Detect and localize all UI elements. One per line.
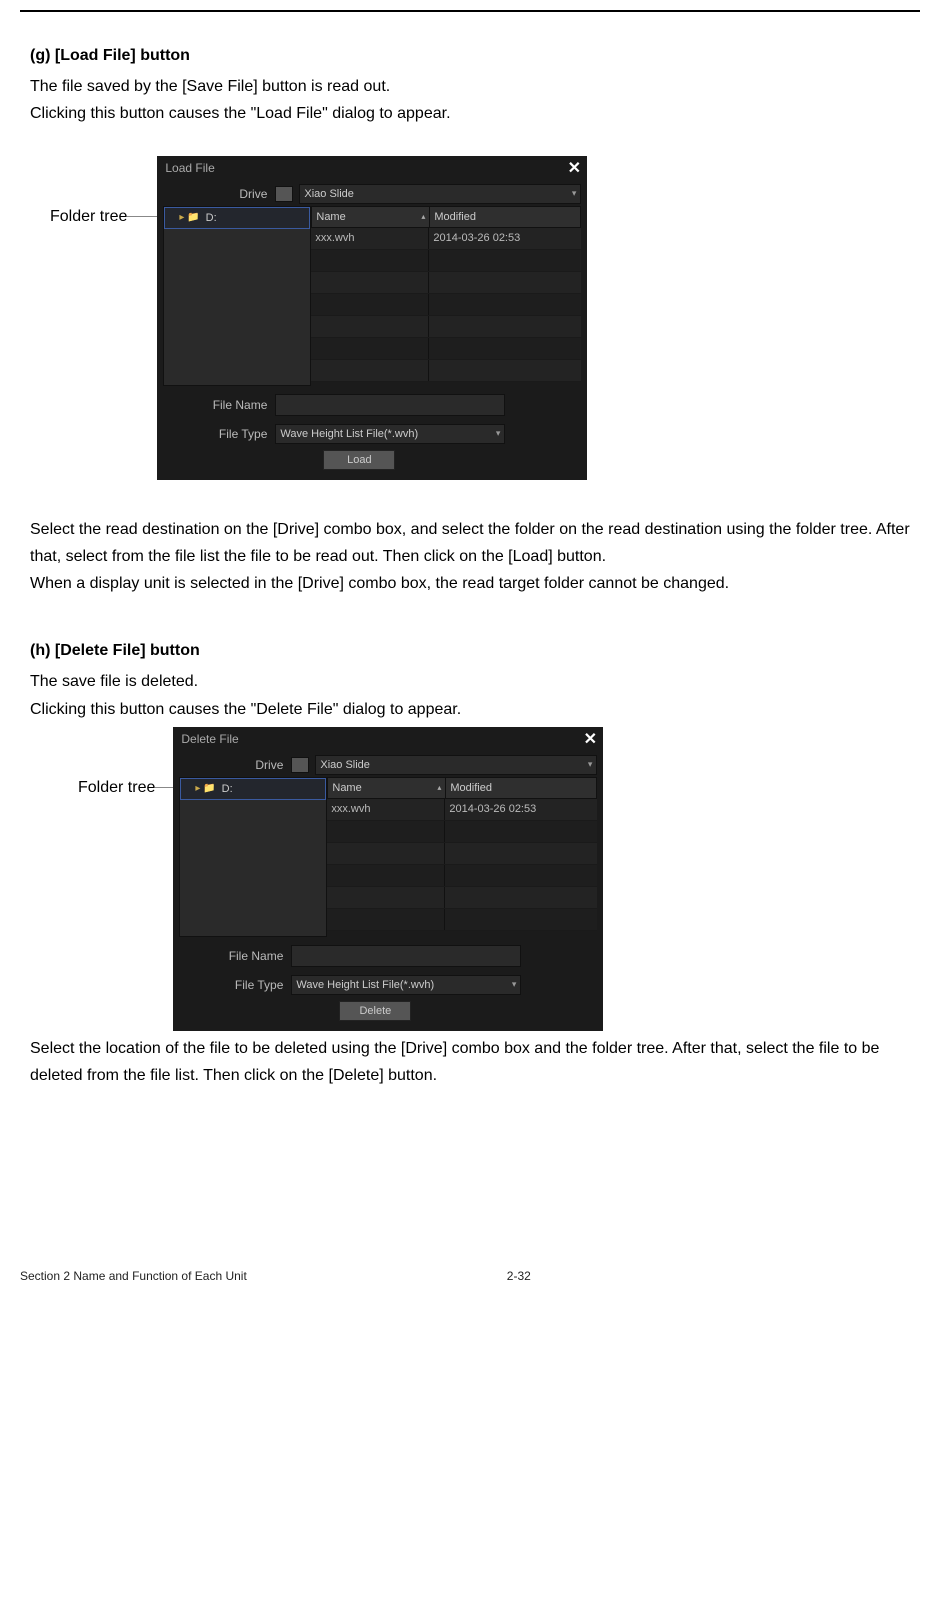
file-list-row-empty [311,294,581,316]
filetype-label: File Type [163,427,275,441]
column-header-name[interactable]: Name ▴ [312,207,430,227]
folder-icon: ▸ 📁 [179,212,199,223]
page-footer: Section 2 Name and Function of Each Unit… [20,1269,920,1303]
delete-button[interactable]: Delete [339,1001,411,1021]
filetype-label: File Type [179,978,291,992]
dialog-titlebar: Delete File ✕ [173,727,603,751]
file-list-row-empty [327,865,597,887]
drive-icon [275,186,293,202]
file-list-row-empty [327,843,597,865]
close-icon[interactable]: ✕ [565,158,583,178]
sort-asc-icon: ▴ [437,783,441,792]
file-name-cell: xxx.wvh [327,799,445,820]
section-h-heading: (h) [Delete File] button [30,637,910,664]
section-h-post: Select the location of the file to be de… [30,1035,910,1089]
folder-tree-item-label: D: [222,783,233,795]
section-h-post1: Select the location of the file to be de… [30,1035,910,1089]
file-name-cell: xxx.wvh [311,228,429,249]
drive-combo[interactable]: Xiao Slide ▾ [299,184,581,204]
folder-tree-callout-label: Folder tree [78,779,155,797]
column-header-modified[interactable]: Modified [446,778,596,798]
file-modified-cell: 2014-03-26 02:53 [445,799,597,820]
chevron-down-icon: ▾ [572,188,577,199]
folder-tree-pane[interactable]: ▸ 📁 D: [163,206,311,386]
file-list-row-empty [327,887,597,909]
file-list-row-empty [327,821,597,843]
section-g-post1: Select the read destination on the [Driv… [30,516,910,570]
file-list-row-empty [311,316,581,338]
file-list-row-empty [327,909,597,931]
chevron-down-icon: ▾ [588,759,593,770]
section-h-desc2: Clicking this button causes the "Delete … [30,696,910,723]
close-icon[interactable]: ✕ [581,729,599,749]
file-list-row-empty [311,272,581,294]
section-g-desc2: Clicking this button causes the "Load Fi… [30,100,910,127]
callout-leader-line [127,216,157,217]
delete-file-dialog: Delete File ✕ Drive Xiao Slide ▾ ▸ 📁 D: [173,727,603,1031]
file-list-row[interactable]: xxx.wvh 2014-03-26 02:53 [311,228,581,250]
section-g: (g) [Load File] button The file saved by… [30,42,910,128]
load-file-dialog: Load File ✕ Drive Xiao Slide ▾ ▸ 📁 D: [157,156,587,480]
chevron-down-icon: ▾ [496,428,501,439]
drive-combo-value: Xiao Slide [320,759,370,771]
section-h: (h) [Delete File] button The save file i… [30,637,910,723]
dialog-title: Load File [165,161,214,175]
file-list-row-empty [311,360,581,382]
folder-tree-callout-label: Folder tree [50,208,127,226]
load-button[interactable]: Load [323,450,395,470]
drive-label: Drive [179,758,291,772]
load-file-figure: Folder tree Load File ✕ Drive Xiao Slide… [20,156,920,480]
drive-combo[interactable]: Xiao Slide ▾ [315,755,597,775]
section-g-desc1: The file saved by the [Save File] button… [30,73,910,100]
sort-asc-icon: ▴ [421,212,425,221]
section-g-heading: (g) [Load File] button [30,42,910,69]
filetype-combo[interactable]: Wave Height List File(*.wvh) ▾ [291,975,521,995]
filetype-combo-value: Wave Height List File(*.wvh) [296,979,434,991]
file-list-pane: Name ▴ Modified xxx.wvh 2014-03-26 02:53 [311,206,581,386]
folder-tree-item[interactable]: ▸ 📁 D: [164,207,310,229]
chevron-down-icon: ▾ [512,979,517,990]
drive-label: Drive [163,187,275,201]
section-g-post2: When a display unit is selected in the [… [30,570,910,597]
footer-section: Section 2 Name and Function of Each Unit [20,1269,247,1283]
callout-leader-line [155,787,173,788]
section-g-post: Select the read destination on the [Driv… [30,516,910,598]
section-h-desc1: The save file is deleted. [30,668,910,695]
file-list-header: Name ▴ Modified [311,206,581,228]
file-list-row-empty [311,338,581,360]
drive-icon [291,757,309,773]
file-list-header: Name ▴ Modified [327,777,597,799]
filetype-combo[interactable]: Wave Height List File(*.wvh) ▾ [275,424,505,444]
top-horizontal-rule [20,10,920,12]
filename-label: File Name [179,949,291,963]
file-list-row[interactable]: xxx.wvh 2014-03-26 02:53 [327,799,597,821]
filename-input[interactable] [291,945,521,967]
filename-input[interactable] [275,394,505,416]
folder-tree-item[interactable]: ▸ 📁 D: [180,778,326,800]
folder-icon: ▸ 📁 [195,783,215,794]
file-modified-cell: 2014-03-26 02:53 [429,228,581,249]
column-header-modified[interactable]: Modified [430,207,580,227]
dialog-title: Delete File [181,732,238,746]
filetype-combo-value: Wave Height List File(*.wvh) [280,428,418,440]
footer-page: 2-32 [507,1269,531,1283]
folder-tree-pane[interactable]: ▸ 📁 D: [179,777,327,937]
column-header-name[interactable]: Name ▴ [328,778,446,798]
filename-label: File Name [163,398,275,412]
dialog-titlebar: Load File ✕ [157,156,587,180]
file-list-pane: Name ▴ Modified xxx.wvh 2014-03-26 02:53 [327,777,597,937]
folder-tree-item-label: D: [206,212,217,224]
delete-file-figure: Folder tree Delete File ✕ Drive Xiao Sli… [20,727,920,1031]
file-list-row-empty [311,250,581,272]
drive-combo-value: Xiao Slide [304,188,354,200]
